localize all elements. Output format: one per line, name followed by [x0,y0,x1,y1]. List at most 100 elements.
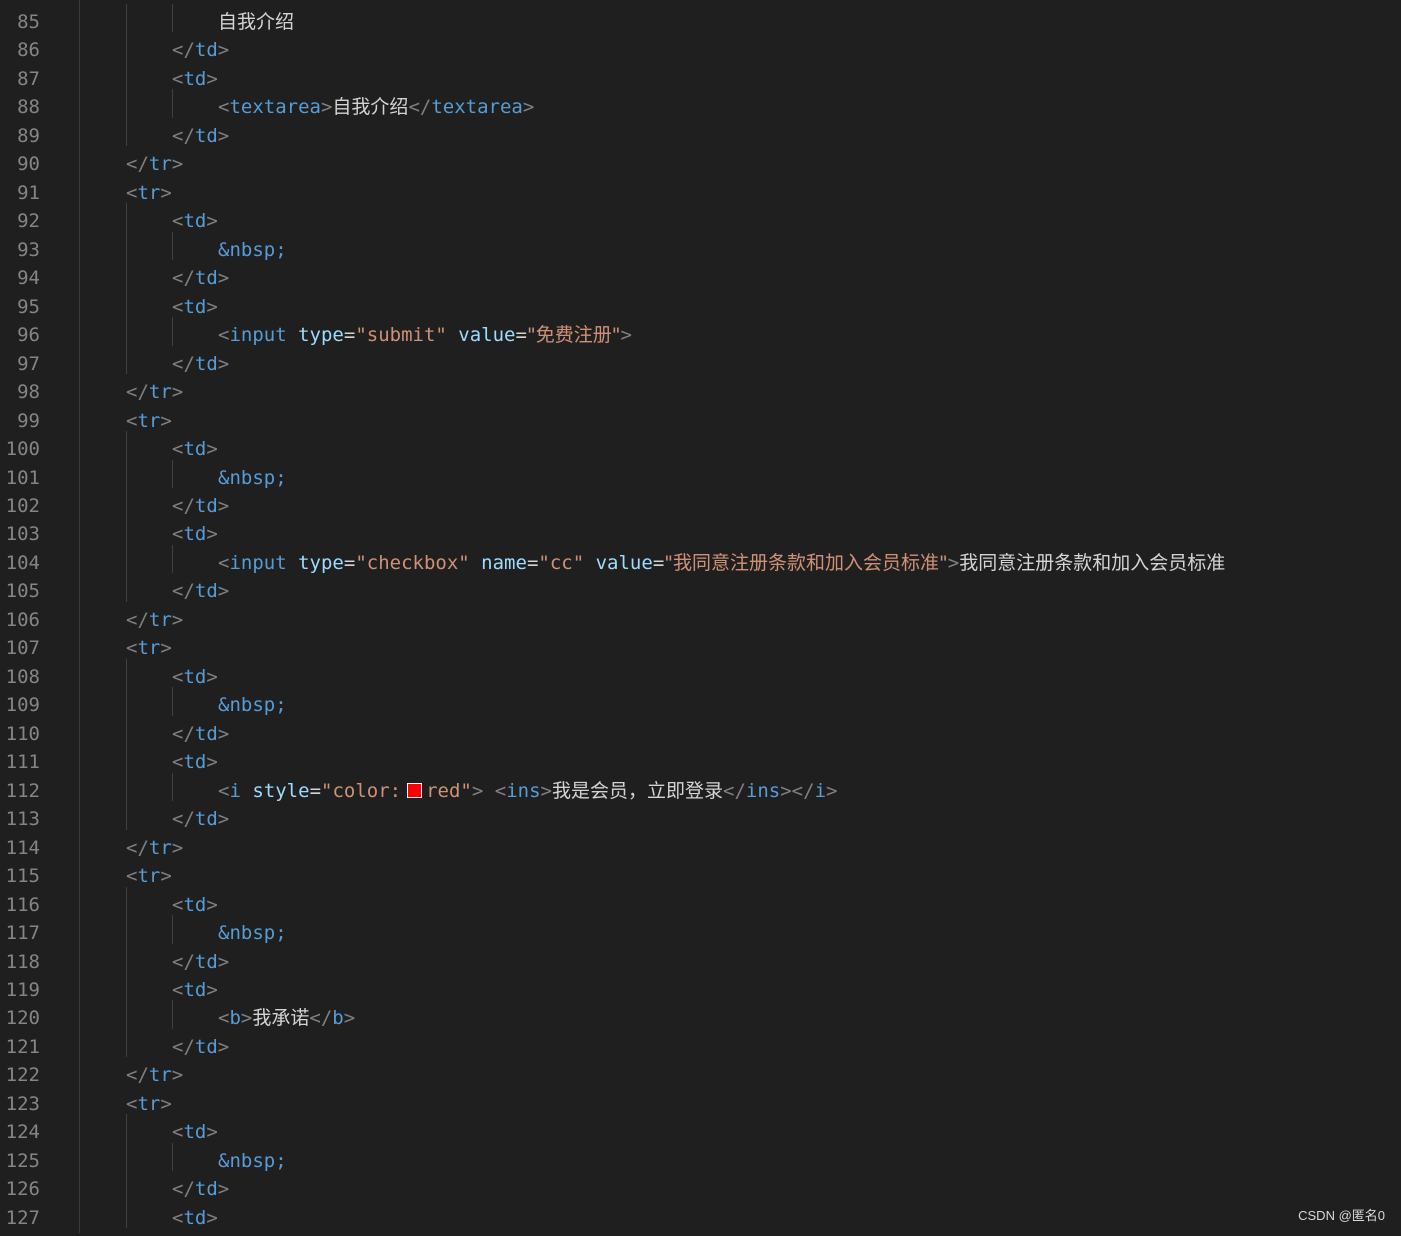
token-ent: &nbsp; [218,922,287,945]
code-line[interactable]: 101 &nbsp; [0,460,1401,489]
code-line[interactable]: 103 <td> [0,516,1401,546]
code-line[interactable]: 104 <input type="checkbox" name="cc" valu… [0,545,1401,574]
token-br: </ [172,808,195,831]
token-tag: i [229,779,241,802]
code-line[interactable]: 121 </td> [0,1029,1401,1058]
code-line[interactable]: 99 <tr> [0,403,1401,432]
code-text: <tr> [126,403,172,432]
token-br: > [217,1035,230,1058]
token-br: < [218,96,230,119]
code-line[interactable]: 94 </td> [0,260,1401,290]
token-br: > [217,39,230,62]
code-line[interactable]: 93 &nbsp; [0,232,1401,261]
code-line[interactable]: 119 <td> [0,972,1401,1001]
token-br: > [160,409,172,432]
token-br: </ [309,1007,333,1030]
token-br: </ [723,779,746,802]
code-text: <td> [172,1200,218,1229]
code-line[interactable]: 120 <b>我承诺</b> [0,1000,1401,1030]
token-txt: = [343,551,356,574]
token-tag: tr [137,181,161,204]
code-line[interactable]: 126 </td> [0,1171,1401,1201]
code-line[interactable]: 125 &nbsp; [0,1143,1401,1172]
code-line[interactable]: 118 </td> [0,944,1401,973]
code-line[interactable]: 113 </td> [0,801,1401,831]
token-str: "color: [321,779,402,802]
code-line[interactable]: 111 <td> [0,744,1401,773]
code-line[interactable]: 106 </tr> [0,602,1401,631]
color-swatch-icon[interactable] [407,782,423,798]
code-line[interactable]: 90 </tr> [0,146,1401,176]
token-tag: tr [148,381,172,404]
token-attr: style [252,779,310,802]
line-number: 103 [5,523,40,546]
code-line[interactable]: 124 <td> [0,1114,1401,1143]
code-line[interactable]: 123 <tr> [0,1086,1401,1115]
code-line[interactable]: 112 <i style="color: red"> <ins>我是会员，立即登录<… [0,773,1401,802]
code-line[interactable]: 89 </td> [0,118,1401,147]
code-line[interactable]: 92 <td> [0,203,1401,232]
code-line[interactable]: 102 </td> [0,488,1401,517]
token-tag: td [194,1178,218,1201]
token-txt: 自我介绍 [332,96,409,119]
code-line[interactable]: 98 </tr> [0,374,1401,404]
indent-guide [172,772,173,802]
token-tag: td [194,124,218,147]
code-line[interactable]: 115 <tr> [0,858,1401,887]
code-line[interactable]: 87 <td> [0,61,1401,90]
token-br: > [343,1007,356,1030]
code-line[interactable]: 109 &nbsp; [0,687,1401,716]
token-br: < [172,67,184,90]
code-line[interactable]: 122 </tr> [0,1057,1401,1087]
token-br: < [172,978,184,1001]
code-line[interactable]: 85 自我介绍 [0,4,1401,33]
line-number: 101 [5,466,40,489]
line-number: 85 [17,11,40,33]
code-line[interactable]: 96 <input type="submit" value="免费注册"> [0,317,1401,346]
code-line[interactable]: 127 <td> [0,1200,1401,1229]
token-br: < [172,523,184,546]
code-text: &nbsp; [218,232,287,261]
token-br: > [171,381,184,404]
line-number: 89 [17,124,40,147]
token-br: ></ [780,779,815,802]
code-line[interactable]: 88 <textarea>自我介绍</textarea> [0,89,1401,119]
token-br: < [172,295,184,318]
code-text: <td> [172,744,218,773]
code-line[interactable]: 95 <td> [0,289,1401,318]
token-tag: td [183,1206,207,1229]
code-line[interactable]: 110 </td> [0,716,1401,745]
token-txt: 我同意注册条款和加入会员标准 [959,551,1226,574]
code-line[interactable]: 86 </td> [0,32,1401,62]
token-br: > [160,181,172,204]
indent-guide [172,544,173,574]
token-br: </ [172,267,195,290]
code-line[interactable]: 117 &nbsp; [0,915,1401,945]
token-br: > [217,352,230,375]
code-editor[interactable]: 85 自我介绍 86 </td> 87 <td> 88 <textarea>自我介绍</tex… [0,0,1401,1233]
code-line[interactable]: 107 <tr> [0,630,1401,659]
code-line[interactable]: 108 <td> [0,659,1401,688]
token-tag: tr [148,1064,172,1087]
code-line[interactable]: 116 <td> [0,887,1401,916]
code-text: </td> [172,944,229,973]
token-br: </ [126,608,149,631]
token-br: > [217,722,230,745]
code-line[interactable]: 91 <tr> [0,175,1401,204]
code-line[interactable]: 100 <td> [0,431,1401,460]
code-line[interactable]: 114 </tr> [0,830,1401,859]
token-br: > [206,665,218,688]
token-br: > [320,96,333,119]
line-number: 118 [5,950,40,973]
token-br: </ [126,153,149,176]
code-line[interactable]: 105 </td> [0,573,1401,602]
token-tag: td [183,523,207,546]
code-line[interactable]: 97 </td> [0,346,1401,375]
code-text: </td> [172,1171,229,1201]
indent-guide [126,4,127,147]
indent-guide [126,203,127,375]
line-number: 108 [5,665,40,688]
token-br: < [126,1092,138,1115]
token-txt: = [652,551,665,574]
